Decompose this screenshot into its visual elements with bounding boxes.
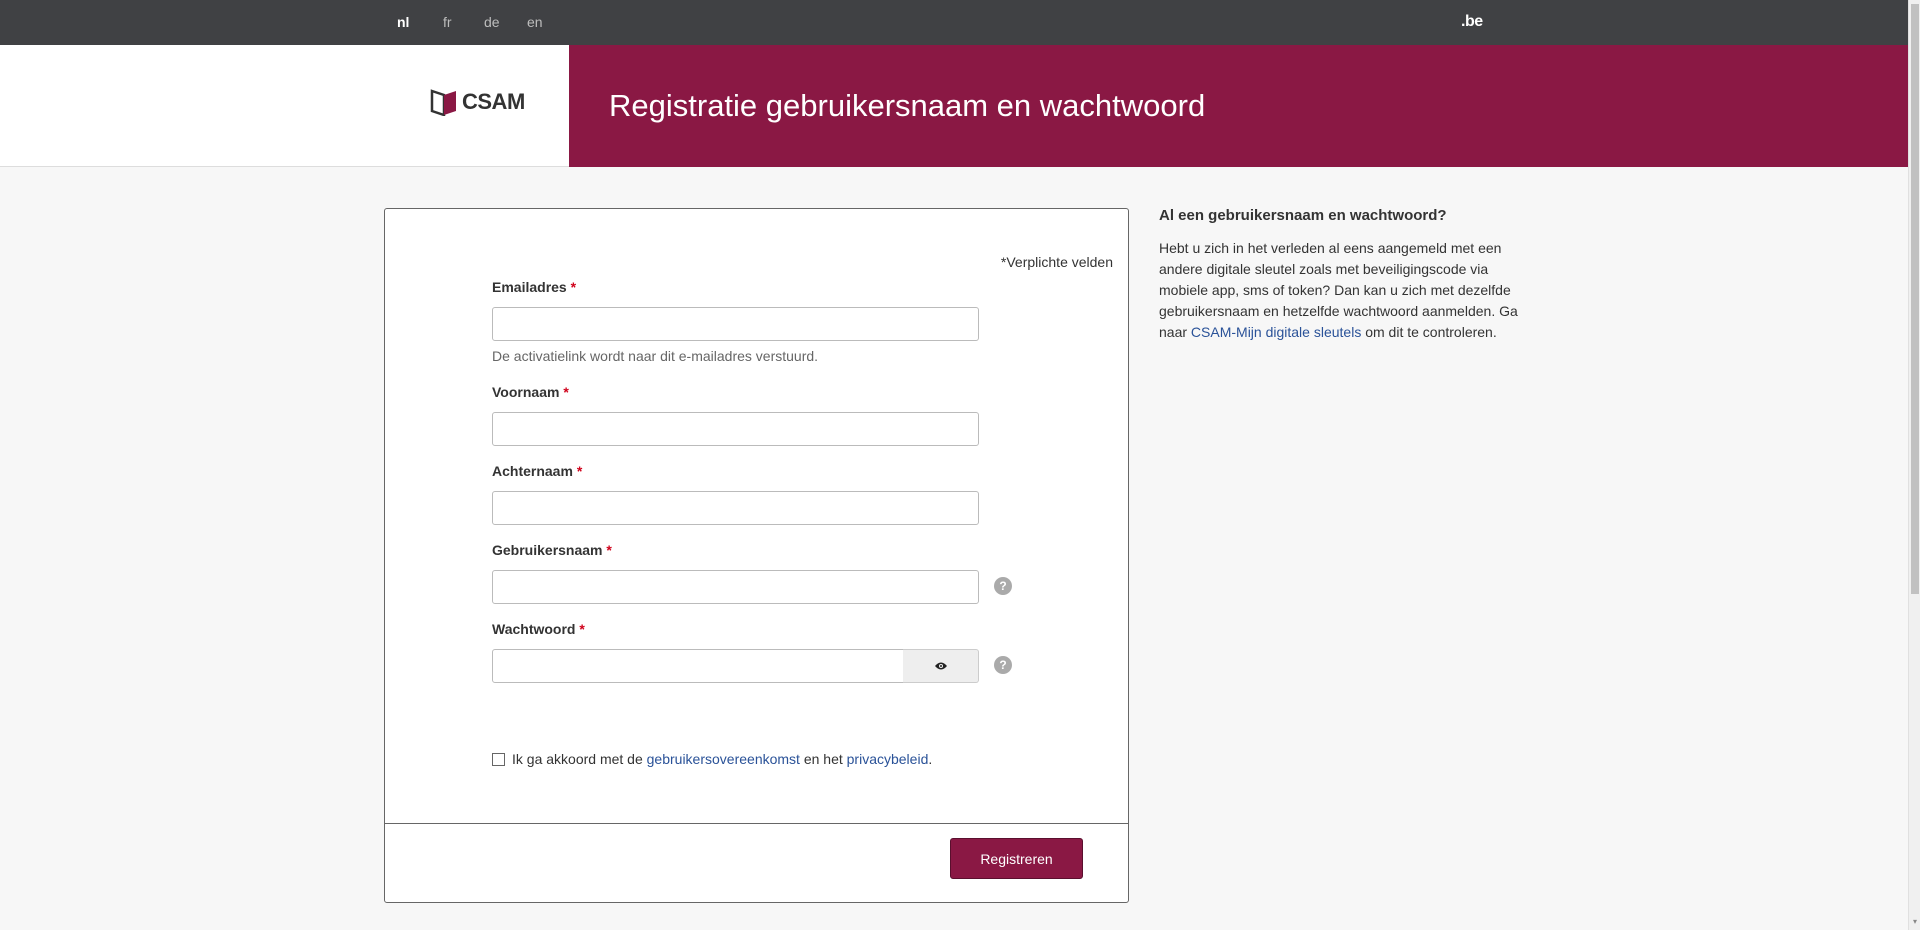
scrollbar-thumb[interactable] bbox=[1911, 4, 1919, 594]
info-sidebar: Al een gebruikersnaam en wachtwoord? Heb… bbox=[1159, 207, 1519, 343]
password-input[interactable] bbox=[492, 649, 904, 683]
firstname-label: Voornaam * bbox=[492, 384, 569, 400]
username-help-icon[interactable]: ? bbox=[994, 577, 1012, 595]
password-help-icon[interactable]: ? bbox=[994, 656, 1012, 674]
firstname-input[interactable] bbox=[492, 412, 979, 446]
sidebar-text: Hebt u zich in het verleden al eens aang… bbox=[1159, 240, 1518, 340]
email-input[interactable] bbox=[492, 307, 979, 341]
privacy-link[interactable]: privacybeleid bbox=[847, 751, 929, 767]
page-header: CSAM Registratie gebruikersnaam en wacht… bbox=[0, 45, 1908, 167]
lastname-input[interactable] bbox=[492, 491, 979, 525]
eye-icon bbox=[934, 662, 947, 670]
digital-keys-link[interactable]: CSAM-Mijn digitale sleutels bbox=[1191, 324, 1361, 340]
language-bar: nl fr de en .be bbox=[0, 0, 1908, 45]
terms-link[interactable]: gebruikersovereenkomst bbox=[647, 751, 800, 767]
username-input[interactable] bbox=[492, 570, 979, 604]
csam-logo-icon bbox=[430, 89, 456, 116]
page-scrollbar[interactable]: ▾ bbox=[1908, 0, 1920, 930]
lastname-label: Achternaam * bbox=[492, 463, 583, 479]
required-fields-note: *Verplichte velden bbox=[1000, 254, 1113, 270]
required-marker: * bbox=[576, 463, 583, 479]
header-band: Registratie gebruikersnaam en wachtwoord bbox=[569, 45, 1908, 167]
required-marker: * bbox=[579, 621, 585, 637]
be-logo[interactable]: .be bbox=[1461, 13, 1483, 31]
username-label: Gebruikersnaam * bbox=[492, 542, 612, 558]
terms-consent: Ik ga akkoord met de gebruikersovereenko… bbox=[492, 751, 932, 767]
page-title: Registratie gebruikersnaam en wachtwoord bbox=[609, 88, 1206, 123]
required-marker: * bbox=[570, 279, 577, 295]
consent-text: Ik ga akkoord met de gebruikersovereenko… bbox=[512, 751, 933, 767]
register-button[interactable]: Registreren bbox=[950, 838, 1083, 879]
lang-nl-link[interactable]: nl bbox=[397, 14, 409, 30]
password-label: Wachtwoord * bbox=[492, 621, 585, 637]
required-marker: * bbox=[563, 384, 569, 400]
lang-en-link[interactable]: en bbox=[527, 14, 543, 30]
lang-fr-link[interactable]: fr bbox=[443, 14, 452, 30]
scroll-down-icon[interactable]: ▾ bbox=[1911, 918, 1919, 926]
show-password-button[interactable] bbox=[903, 649, 979, 683]
registration-form: *Verplichte velden Emailadres * De activ… bbox=[384, 208, 1129, 903]
logo-text: CSAM bbox=[462, 89, 525, 114]
sidebar-heading: Al een gebruikersnaam en wachtwoord? bbox=[1159, 207, 1447, 224]
form-footer-divider bbox=[385, 823, 1128, 824]
lang-de-link[interactable]: de bbox=[484, 14, 500, 30]
csam-logo[interactable]: CSAM bbox=[430, 88, 525, 116]
email-help-text: De activatielink wordt naar dit e-mailad… bbox=[492, 348, 819, 364]
required-marker: * bbox=[606, 542, 612, 558]
terms-checkbox[interactable] bbox=[492, 752, 505, 766]
email-label: Emailadres * bbox=[492, 279, 577, 295]
